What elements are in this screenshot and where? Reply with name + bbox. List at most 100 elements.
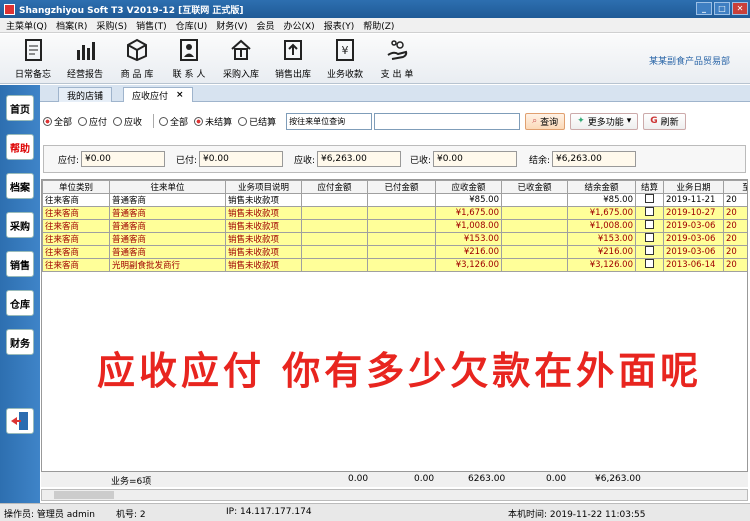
- col-paid[interactable]: 已付金额: [367, 180, 436, 194]
- summary-received: 已收: ¥0.00: [410, 151, 518, 167]
- tab-close-icon[interactable]: ×: [176, 90, 184, 100]
- nav-help[interactable]: 帮助: [6, 134, 34, 160]
- menu-purchase[interactable]: 采购(S): [96, 19, 127, 32]
- table-row[interactable]: 往来客商 普通客商 销售未收款项 ¥153.00 ¥153.00 2019-03-06 20: [42, 232, 747, 246]
- settled-checkbox[interactable]: [645, 246, 654, 255]
- settled-checkbox[interactable]: [645, 194, 654, 203]
- empty-cell: [568, 285, 636, 298]
- empty-cell: [302, 311, 368, 324]
- toolbar-goods-button[interactable]: 商 品 库: [112, 37, 162, 80]
- col-balance[interactable]: 结余金额: [567, 180, 636, 194]
- cell-unit-type: 往来客商: [42, 232, 110, 246]
- cell-extra: 20: [723, 245, 747, 259]
- exit-button[interactable]: [6, 408, 34, 434]
- nav-sales[interactable]: 销售: [6, 251, 34, 277]
- empty-cell: [302, 298, 368, 311]
- col-receivable[interactable]: 应收金额: [435, 180, 502, 194]
- cell-date: 2019-03-06: [663, 232, 724, 246]
- nav-home[interactable]: 首页: [6, 95, 34, 121]
- radio-type-payable[interactable]: 应付: [78, 115, 107, 128]
- settled-checkbox[interactable]: [645, 220, 654, 229]
- tab-my-store[interactable]: 我的店铺: [58, 87, 113, 102]
- query-mode-select[interactable]: 按往来单位查询: [286, 112, 373, 130]
- refresh-icon: G: [650, 116, 658, 126]
- cell-receivable: ¥216.00: [435, 245, 502, 259]
- empty-cell: [43, 441, 110, 454]
- col-description[interactable]: 业务项目说明: [225, 180, 302, 194]
- empty-cell: [43, 272, 110, 285]
- menu-archive[interactable]: 档案(R): [56, 19, 87, 32]
- tab-receivable-payable[interactable]: 应收应付 ×: [123, 87, 193, 102]
- toolbar-sales-out-button[interactable]: 销售出库: [268, 37, 318, 80]
- empty-cell: [636, 311, 664, 324]
- cell-payable: [301, 258, 368, 272]
- nav-finance[interactable]: 财务: [6, 329, 34, 355]
- settled-checkbox[interactable]: [645, 207, 654, 216]
- search-input[interactable]: [374, 112, 521, 130]
- radio-type-all[interactable]: 全部: [43, 115, 72, 128]
- col-received[interactable]: 已收金额: [501, 180, 568, 194]
- toolbar-contacts-button[interactable]: 联 系 人: [164, 37, 214, 80]
- table-row[interactable]: 往来客商 普通客商 销售未收款项 ¥85.00 ¥85.00 2019-11-21 20: [42, 193, 747, 207]
- menu-help[interactable]: 帮助(Z): [363, 19, 394, 32]
- empty-cell: [724, 428, 748, 441]
- empty-row: [43, 428, 748, 441]
- maximize-button[interactable]: □: [714, 2, 730, 15]
- nav-purchase[interactable]: 采购: [6, 212, 34, 238]
- empty-cell: [664, 402, 724, 415]
- empty-cell: [724, 402, 748, 415]
- menu-sales[interactable]: 销售(T): [136, 19, 167, 32]
- search-icon: ⌕: [532, 116, 538, 126]
- footer-receivable: 6263.00: [468, 474, 506, 484]
- col-settled[interactable]: 结算: [635, 180, 664, 194]
- settled-checkbox[interactable]: [645, 233, 654, 242]
- window-title: Shangzhiyou Soft T3 V2019-12 [互联网 正式版]: [19, 5, 244, 16]
- col-partner[interactable]: 往来单位: [109, 180, 226, 194]
- cell-extra: 20: [723, 258, 747, 272]
- cell-received: [501, 245, 568, 259]
- refresh-button[interactable]: G 刷新: [643, 112, 686, 130]
- close-button[interactable]: ✕: [732, 2, 748, 15]
- col-unit-type[interactable]: 单位类别: [42, 180, 110, 194]
- menu-office[interactable]: 办公(X): [284, 19, 315, 32]
- settled-checkbox[interactable]: [645, 259, 654, 268]
- radio-type-receivable[interactable]: 应收: [113, 115, 142, 128]
- toolbar-expense-button[interactable]: 支 出 单: [372, 37, 422, 80]
- table-row[interactable]: 往来客商 普通客商 销售未收款项 ¥1,675.00 ¥1,675.00 2019-10-…: [42, 206, 747, 220]
- toolbar-purchase-in-button[interactable]: 采购入库: [216, 37, 266, 80]
- title-bar: Shangzhiyou Soft T3 V2019-12 [互联网 正式版] _…: [0, 0, 750, 18]
- col-extra[interactable]: 至: [723, 180, 747, 194]
- radio-settled[interactable]: 已结算: [238, 115, 276, 128]
- empty-cell: [436, 441, 502, 454]
- toolbar-report-button[interactable]: 经营报告: [60, 37, 110, 80]
- empty-cell: [724, 272, 748, 285]
- col-payable[interactable]: 应付金额: [301, 180, 368, 194]
- minimize-button[interactable]: _: [696, 2, 712, 15]
- nav-warehouse[interactable]: 仓库: [6, 290, 34, 316]
- col-date[interactable]: 业务日期: [663, 180, 724, 194]
- empty-cell: [664, 285, 724, 298]
- nav-archive[interactable]: 档案: [6, 173, 34, 199]
- menu-report[interactable]: 报表(Y): [324, 19, 355, 32]
- more-functions-button[interactable]: ✦ 更多功能 ▾: [570, 112, 639, 130]
- toolbar-receipt-button[interactable]: ¥ 业务收款: [320, 37, 370, 80]
- contacts-icon: [177, 37, 201, 63]
- menu-warehouse[interactable]: 仓库(U): [176, 19, 208, 32]
- horizontal-scrollbar[interactable]: [41, 489, 748, 501]
- radio-unsettled[interactable]: 未结算: [194, 115, 232, 128]
- radio-settle-all[interactable]: 全部: [159, 115, 188, 128]
- status-bar: 操作员: 管理员 admin 机号: 2 IP: 14.117.177.174 …: [0, 503, 750, 521]
- menu-main[interactable]: 主菜单(Q): [6, 19, 47, 32]
- menu-finance[interactable]: 财务(V): [216, 19, 247, 32]
- query-button[interactable]: ⌕ 查询: [525, 112, 566, 130]
- table-row[interactable]: 往来客商 普通客商 销售未收款项 ¥216.00 ¥216.00 2019-03-06 20: [42, 245, 747, 259]
- table-footer: 业务=6项 0.00 0.00 6263.00 0.00 ¥6,263.00: [41, 471, 748, 487]
- cell-unit-type: 往来客商: [42, 193, 110, 207]
- menu-member[interactable]: 会员: [256, 19, 274, 32]
- table-row[interactable]: 往来客商 普通客商 销售未收款项 ¥1,008.00 ¥1,008.00 2019-03-…: [42, 219, 747, 233]
- scroll-thumb[interactable]: [54, 491, 114, 499]
- toolbar-memo-button[interactable]: 日常备忘: [8, 37, 58, 80]
- table-row[interactable]: 往来客商 光明副食批发商行 销售未收款项 ¥3,126.00 ¥3,126.00 2013…: [42, 258, 747, 272]
- empty-cell: [568, 324, 636, 337]
- cell-balance: ¥153.00: [567, 232, 636, 246]
